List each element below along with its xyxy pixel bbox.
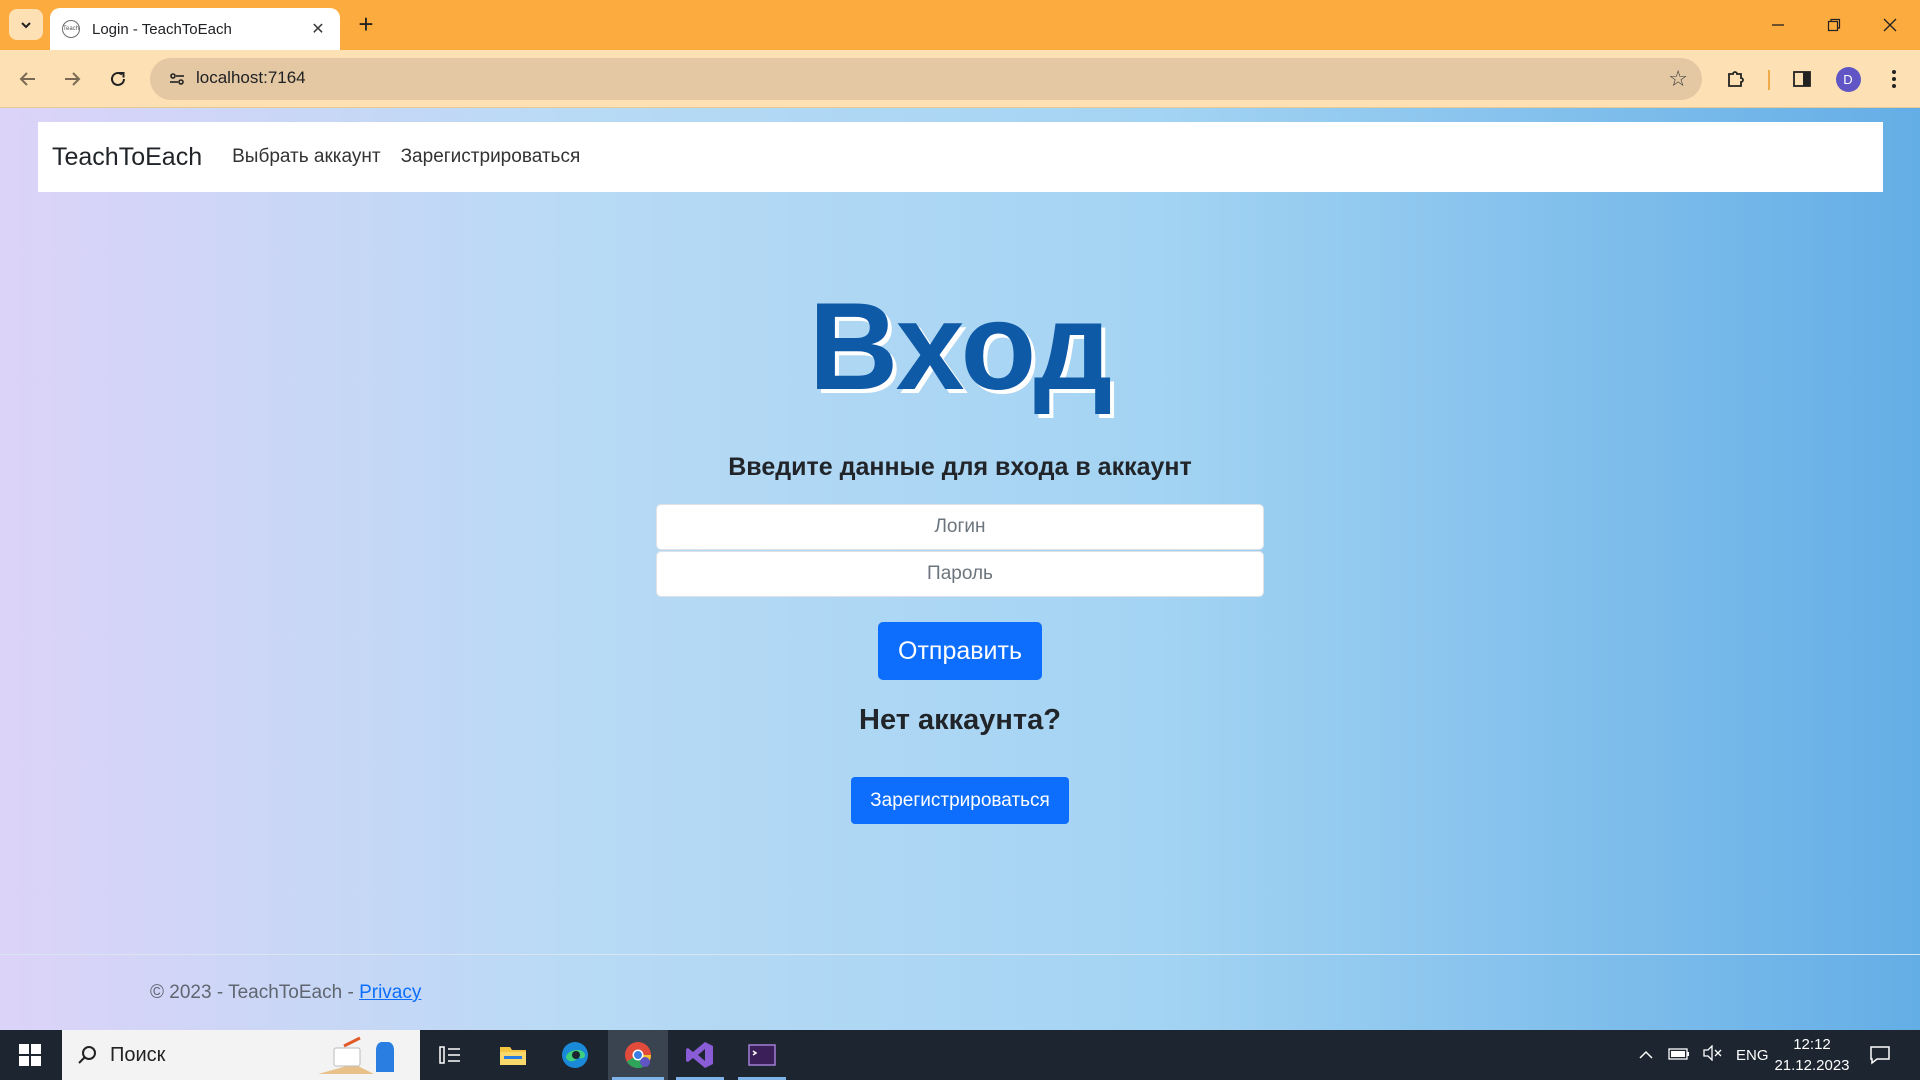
system-tray: ENG <box>1638 1030 1769 1080</box>
login-subtitle: Введите данные для входа в аккаунт <box>728 453 1192 481</box>
task-view-button[interactable] <box>422 1030 478 1080</box>
submit-button[interactable]: Отправить <box>878 622 1042 680</box>
volume-muted-icon[interactable] <box>1702 1044 1722 1065</box>
browser-tab-active[interactable]: Teach Login - TeachToEach ✕ <box>50 8 340 50</box>
battery-icon[interactable] <box>1668 1047 1690 1064</box>
arrow-right-icon <box>65 72 81 86</box>
chrome-button[interactable] <box>608 1030 668 1080</box>
taskbar-search[interactable]: Поиск <box>62 1030 420 1080</box>
no-account-text: Нет аккаунта? <box>859 704 1061 736</box>
brand-link[interactable]: TeachToEach <box>52 143 202 172</box>
search-highlight-icon <box>318 1036 394 1074</box>
kebab-menu-icon <box>1892 70 1896 88</box>
terminal-button[interactable] <box>734 1030 790 1080</box>
chevron-up-icon[interactable] <box>1638 1047 1654 1064</box>
close-window-button[interactable] <box>1862 0 1918 50</box>
language-indicator[interactable]: ENG <box>1736 1047 1769 1064</box>
clock-time: 12:12 <box>1793 1036 1831 1053</box>
windows-logo-icon <box>19 1044 41 1066</box>
notifications-button[interactable] <box>1852 1030 1908 1080</box>
minimize-button[interactable] <box>1750 0 1806 50</box>
visual-studio-icon <box>686 1042 713 1068</box>
register-button[interactable]: Зарегистрироваться <box>851 777 1069 824</box>
profile-button[interactable]: D <box>1830 61 1866 97</box>
file-explorer-button[interactable] <box>485 1030 541 1080</box>
url-text: localhost:7164 <box>196 68 306 87</box>
footer-copyright: © 2023 - TeachToEach - <box>150 982 354 1003</box>
clock-date: 21.12.2023 <box>1774 1057 1850 1074</box>
task-view-icon <box>439 1046 460 1064</box>
page-content: TeachToEach Выбрать аккаунт Зарегистриро… <box>0 108 1920 1030</box>
avatar: D <box>1835 66 1861 92</box>
site-info-icon[interactable] <box>162 64 192 94</box>
site-navbar: TeachToEach Выбрать аккаунт Зарегистриро… <box>38 122 1883 192</box>
restore-icon <box>1827 18 1841 32</box>
bookmark-star-icon[interactable]: ☆ <box>1668 66 1688 92</box>
tab-title: Login - TeachToEach <box>92 20 232 38</box>
visual-studio-button[interactable] <box>672 1030 728 1080</box>
taskbar: Поиск ENG 12:12 21.12.2023 <box>0 1030 1920 1080</box>
restore-button[interactable] <box>1806 0 1862 50</box>
side-panel-icon <box>1793 71 1811 87</box>
address-bar[interactable]: localhost:7164 ☆ <box>150 58 1702 100</box>
nav-link-register[interactable]: Зарегистрироваться <box>401 146 581 168</box>
favicon-icon: Teach <box>62 20 80 38</box>
menu-button[interactable] <box>1876 61 1912 97</box>
privacy-link[interactable]: Privacy <box>359 982 421 1003</box>
tab-close-icon[interactable]: ✕ <box>308 19 328 39</box>
search-placeholder: Поиск <box>110 1043 166 1066</box>
page-title: Вход <box>808 278 1113 416</box>
start-button[interactable] <box>0 1030 60 1080</box>
password-input[interactable] <box>656 551 1264 597</box>
clock[interactable]: 12:12 21.12.2023 <box>1770 1034 1854 1076</box>
minimize-icon <box>1772 24 1784 26</box>
footer-divider <box>0 954 1920 955</box>
side-panel-button[interactable] <box>1784 61 1820 97</box>
footer: © 2023 - TeachToEach - Privacy <box>150 982 421 1004</box>
toolbar-divider <box>1768 70 1770 90</box>
edge-icon <box>562 1042 588 1068</box>
back-button[interactable] <box>10 61 46 97</box>
new-tab-button[interactable]: + <box>353 10 379 40</box>
notification-icon <box>1870 1046 1890 1065</box>
browser-toolbar: localhost:7164 ☆ D <box>0 50 1920 108</box>
login-input[interactable] <box>656 504 1264 550</box>
search-icon <box>78 1046 96 1064</box>
puzzle-icon <box>1728 71 1744 87</box>
nav-link-choose-account[interactable]: Выбрать аккаунт <box>232 146 380 168</box>
forward-button[interactable] <box>54 61 90 97</box>
arrow-left-icon <box>19 72 35 86</box>
extensions-button[interactable] <box>1718 61 1754 97</box>
chrome-icon <box>625 1042 652 1069</box>
terminal-icon <box>748 1044 776 1066</box>
reload-button[interactable] <box>100 61 136 97</box>
folder-icon <box>500 1047 526 1065</box>
edge-browser-button[interactable] <box>547 1030 603 1080</box>
close-icon <box>1883 18 1897 32</box>
chevron-down-icon <box>21 21 31 28</box>
tab-list-button[interactable] <box>9 9 43 40</box>
reload-icon <box>111 71 125 86</box>
browser-titlebar: Teach Login - TeachToEach ✕ + <box>0 0 1920 50</box>
